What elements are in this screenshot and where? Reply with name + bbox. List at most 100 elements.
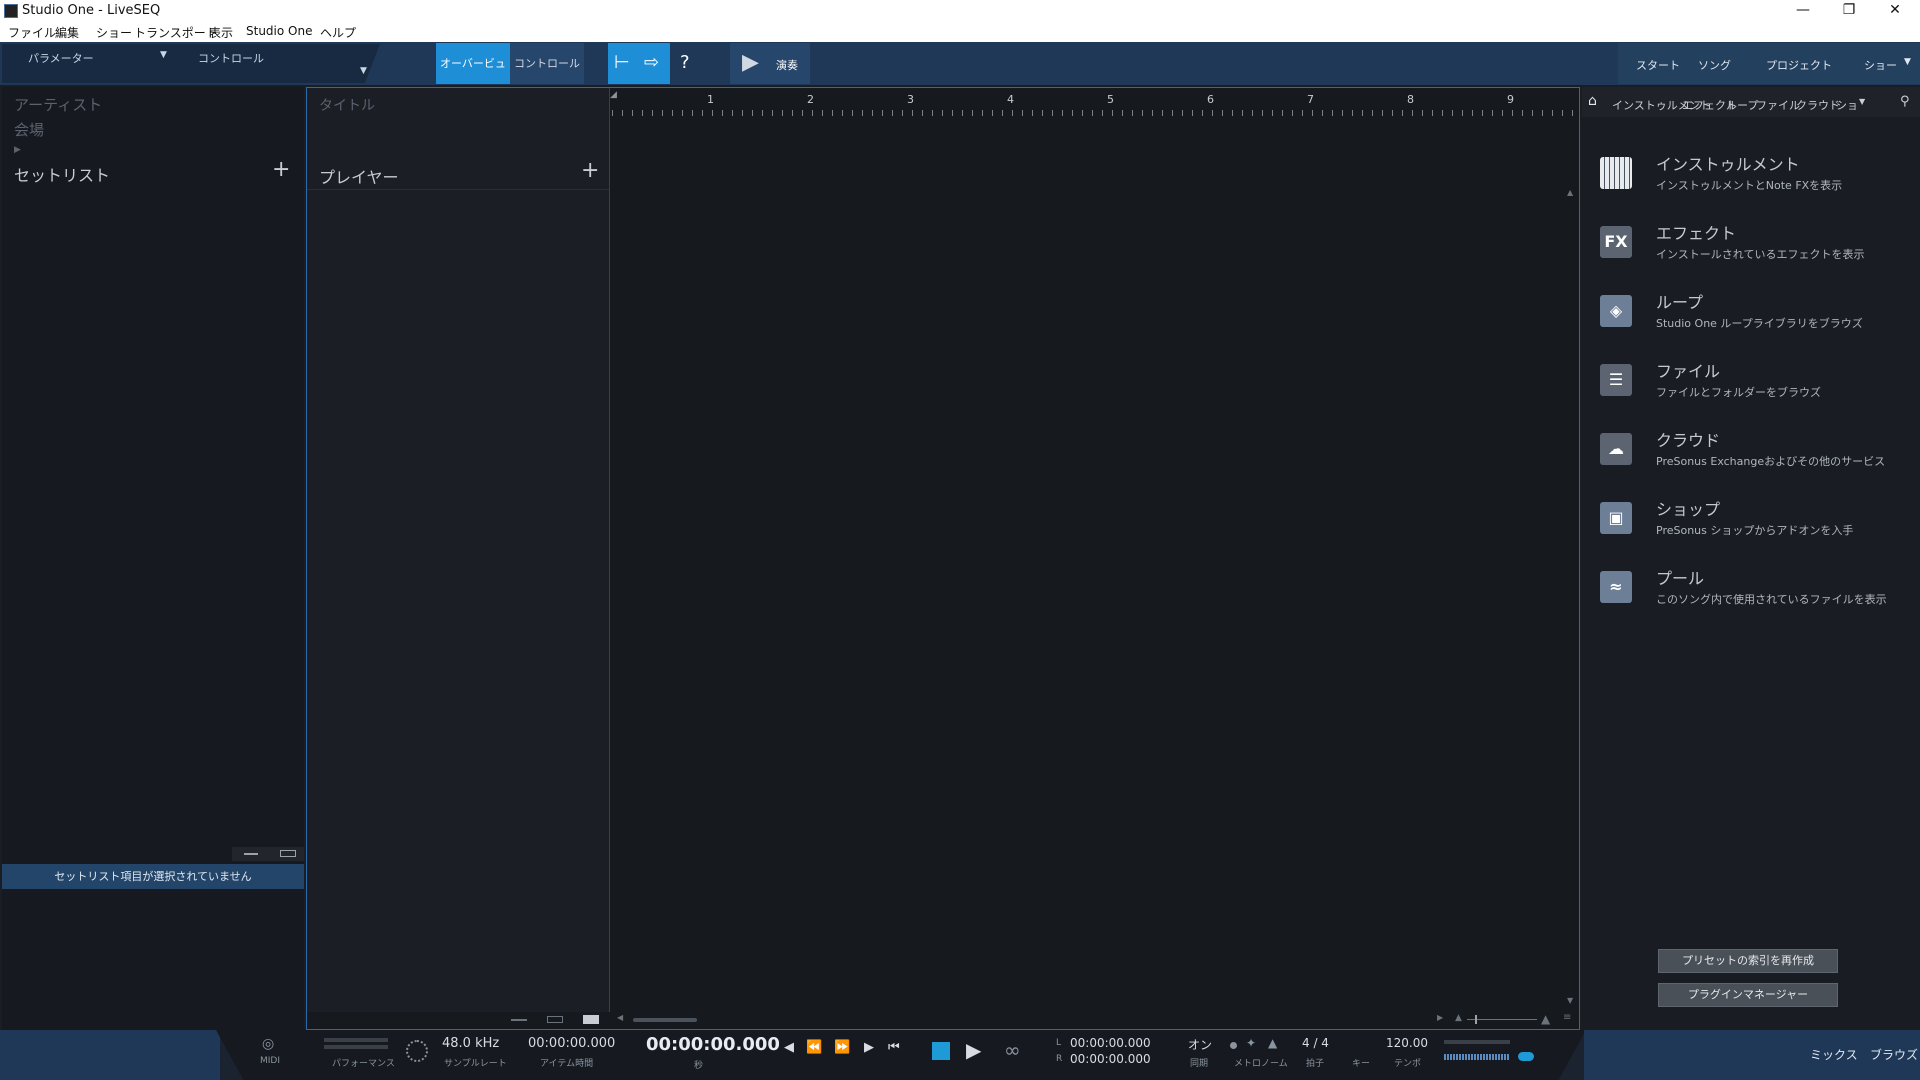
menu-edit[interactable]: 編集 — [55, 24, 79, 41]
browser-item-shop[interactable]: ▣ ショップ PreSonus ショップからアドオンを入手 — [1600, 496, 1920, 556]
browser-tab-loops[interactable]: ループ — [1726, 97, 1758, 113]
output-toggle[interactable] — [1518, 1052, 1534, 1061]
return-zero-icon[interactable]: ⏮ — [888, 1040, 900, 1055]
sync-value[interactable]: オン — [1188, 1036, 1212, 1053]
tabs-overflow-icon[interactable]: ▼ — [1859, 97, 1865, 106]
add-player-button[interactable]: + — [581, 158, 599, 183]
browser-item-loops[interactable]: ◈ ループ Studio One ループライブラリをブラウズ — [1600, 289, 1920, 349]
browser-item-desc: インストゥルメントとNote FXを表示 — [1656, 179, 1843, 192]
browser-item-desc: Studio One ループライブラリをブラウズ — [1656, 317, 1863, 330]
show-dropdown-icon[interactable]: ▼ — [1904, 57, 1911, 67]
help-icon[interactable]: ? — [680, 52, 690, 73]
horizontal-scrollbar[interactable] — [633, 1018, 697, 1022]
venue-field[interactable]: 会場 — [14, 119, 44, 140]
size-large-icon[interactable] — [280, 850, 296, 857]
ruler-label: 9 — [1507, 93, 1514, 106]
browse-button[interactable]: ブラウズ — [1870, 1046, 1918, 1063]
menu-studio-one[interactable]: Studio One — [246, 24, 312, 38]
menu-file[interactable]: ファイル — [8, 24, 56, 41]
ruler-label: 6 — [1207, 93, 1214, 106]
control-label[interactable]: コントロール — [198, 50, 264, 66]
zoom-slider-handle[interactable] — [1475, 1015, 1477, 1024]
perform-label: 演奏 — [776, 59, 798, 72]
loop-start-value[interactable]: 00:00:00.000 — [1070, 1036, 1151, 1050]
ruler-label: 1 — [707, 93, 714, 106]
reindex-presets-button[interactable]: プリセットの索引を再作成 — [1658, 949, 1838, 973]
menu-help[interactable]: ヘルプ — [320, 24, 356, 41]
close-icon[interactable]: ✕ — [1872, 0, 1918, 22]
zoom-small-icon[interactable] — [511, 1019, 527, 1021]
zoom-slider[interactable] — [1467, 1019, 1537, 1020]
scroll-right-icon[interactable]: ▶ — [1437, 1013, 1443, 1022]
tab-overview[interactable]: オーバービュー — [436, 43, 510, 111]
zoom-in-icon[interactable]: ▲ — [1541, 1012, 1550, 1026]
browser-item-cloud[interactable]: ☁ クラウド PreSonus Exchangeおよびその他のサービス — [1600, 427, 1920, 487]
midi-label: MIDI — [260, 1056, 281, 1066]
search-icon[interactable]: ⚲ — [1900, 94, 1910, 109]
rewind-icon[interactable]: ⏪ — [806, 1040, 822, 1055]
browser-item-effects[interactable]: FX エフェクト インストールされているエフェクトを表示 — [1600, 220, 1920, 280]
key-label: キー — [1352, 1059, 1371, 1069]
artist-field[interactable]: アーティスト — [14, 94, 102, 115]
transport-left-edge — [0, 1030, 220, 1080]
show-arrangement: タイトル プレイヤー + ◢ 1 2 3 4 5 6 7 8 9 ▲ ▼ ◀ ▶… — [306, 87, 1580, 1030]
tab-project[interactable]: プロジェクト — [1766, 57, 1832, 73]
browser-tabs: ⌂ インストゥルメント エフェクト ループ ファイル クラウド ショ ▼ ⚲ — [1582, 87, 1920, 117]
performance-meter — [324, 1038, 388, 1042]
sample-rate-value[interactable]: 48.0 kHz — [442, 1036, 499, 1051]
scroll-left-icon[interactable]: ◀ — [617, 1013, 623, 1022]
browser-tab-cloud[interactable]: クラウド — [1796, 97, 1840, 113]
browser-item-instruments[interactable]: インストゥルメント インストゥルメントとNote FXを表示 — [1600, 151, 1920, 211]
tab-start[interactable]: スタート — [1636, 57, 1680, 73]
tab-song[interactable]: ソング — [1698, 57, 1731, 73]
scroll-down-icon[interactable]: ▼ — [1567, 996, 1573, 1005]
loop-end-value[interactable]: 00:00:00.000 — [1070, 1052, 1151, 1066]
menu-show[interactable]: ショー — [96, 24, 132, 41]
tab-show[interactable]: ショー — [1864, 57, 1897, 73]
fast-forward-icon[interactable]: ⏩ — [834, 1040, 850, 1055]
playhead-marker-icon[interactable]: ◢ — [610, 90, 617, 100]
zoom-medium-icon[interactable] — [547, 1016, 563, 1023]
size-small-icon[interactable] — [244, 853, 258, 855]
home-icon[interactable]: ⌂ — [1588, 93, 1597, 109]
time-display[interactable]: 00:00:00.000 — [646, 1034, 780, 1055]
tab-control[interactable]: コントロール — [510, 43, 584, 84]
browser-tab-shop[interactable]: ショ — [1836, 97, 1858, 113]
title-field[interactable]: タイトル — [319, 95, 375, 115]
expand-arrow-icon[interactable]: ▶ — [14, 145, 21, 155]
restore-icon[interactable]: ❐ — [1826, 0, 1872, 22]
stop-button[interactable] — [932, 1042, 950, 1060]
tempo-value[interactable]: 120.00 — [1386, 1036, 1428, 1050]
zoom-large-icon[interactable] — [583, 1015, 599, 1024]
menu-view[interactable]: 表示 — [209, 24, 233, 41]
mix-button[interactable]: ミックス — [1810, 1046, 1858, 1063]
sample-rate-label: サンプルレート — [444, 1059, 507, 1069]
browser-item-pool[interactable]: ≈ プール このソング内で使用されているファイルを表示 — [1600, 565, 1920, 625]
timeline-ruler[interactable]: ◢ 1 2 3 4 5 6 7 8 9 — [610, 88, 1579, 118]
jump-start-icon[interactable]: ⊢ — [614, 52, 630, 73]
add-setlist-item-button[interactable]: + — [272, 157, 290, 182]
zoom-out-icon[interactable]: ▲ — [1455, 1013, 1462, 1023]
metronome-settings-icon[interactable]: ✦ — [1246, 1036, 1256, 1050]
options-icon[interactable]: ≡ — [1563, 1012, 1571, 1023]
scroll-up-icon[interactable]: ▲ — [1567, 188, 1573, 197]
time-signature-value[interactable]: 4 / 4 — [1302, 1036, 1329, 1050]
parameter-dropdown-icon[interactable]: ▼ — [160, 50, 167, 60]
forward-end-icon[interactable]: ▶ — [864, 1040, 874, 1055]
browser-item-files[interactable]: ☰ ファイル ファイルとフォルダーをブラウズ — [1600, 358, 1920, 418]
metronome-label: メトロノーム — [1234, 1059, 1288, 1069]
jump-end-icon[interactable]: ⇨ — [644, 52, 659, 73]
rewind-start-icon[interactable]: ◀ — [784, 1040, 794, 1055]
minimize-icon[interactable]: — — [1780, 0, 1826, 22]
metronome-icon[interactable]: ▲ — [1268, 1036, 1277, 1050]
loop-icon[interactable]: ∞ — [1004, 1038, 1021, 1062]
loop-l-label: L — [1056, 1038, 1062, 1048]
parameter-label[interactable]: パラメーター — [28, 50, 94, 66]
browser-tab-files[interactable]: ファイル — [1756, 97, 1800, 113]
record-icon[interactable] — [1230, 1042, 1237, 1049]
control-dropdown-icon[interactable]: ▼ — [360, 66, 367, 76]
play-button[interactable]: ▶ — [966, 1038, 981, 1062]
output-meter — [1444, 1040, 1510, 1044]
menu-transport[interactable]: トランスポート — [134, 24, 218, 41]
plugin-manager-button[interactable]: プラグインマネージャー — [1658, 983, 1838, 1007]
